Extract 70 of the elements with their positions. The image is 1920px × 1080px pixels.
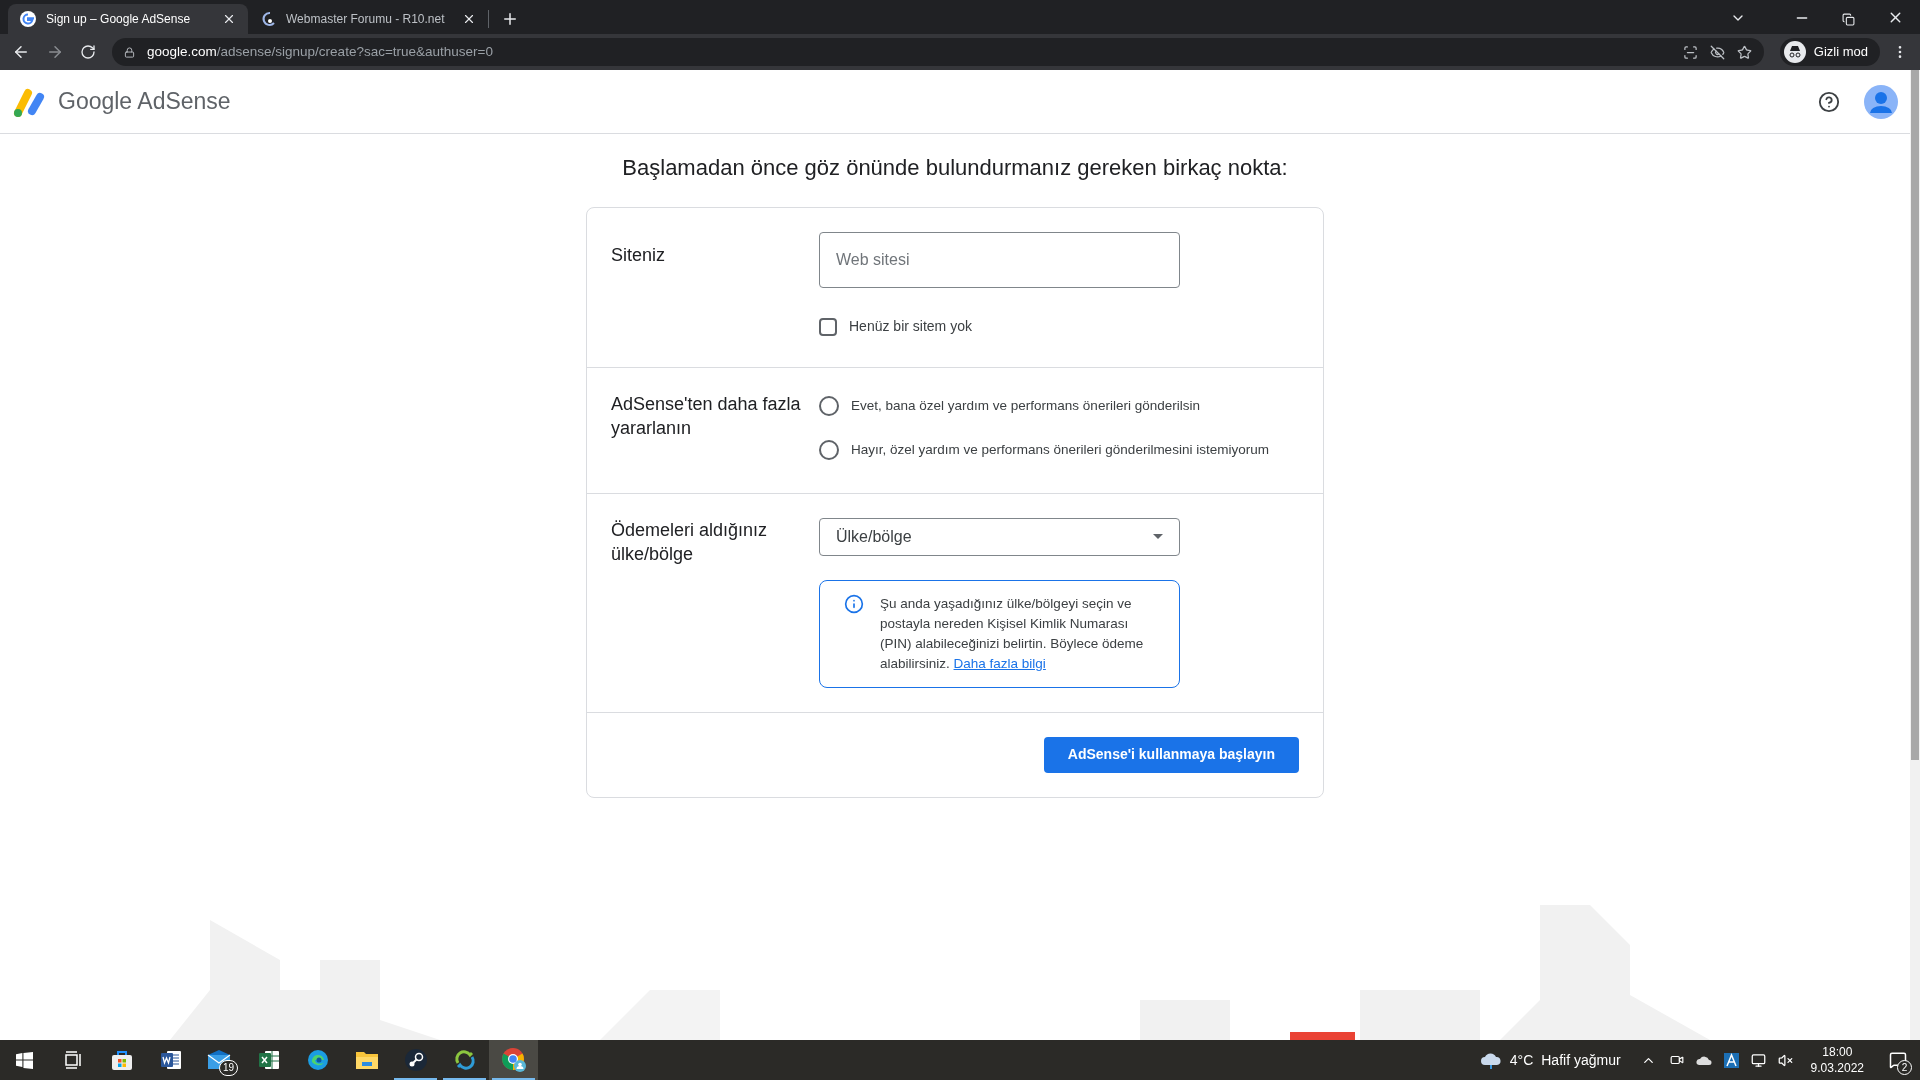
weather-desc: Hafif yağmur [1541, 1050, 1621, 1070]
radio-button[interactable] [819, 396, 839, 417]
address-bar[interactable]: google.com/adsense/signup/create?sac=true&authuser=0 [112, 38, 1764, 66]
weather-widget[interactable]: 4°C Hafif yağmur [1471, 1049, 1629, 1071]
cloud-icon[interactable] [1695, 1054, 1712, 1066]
close-icon[interactable] [462, 12, 476, 26]
checkbox-label: Henüz bir sitem yok [849, 317, 972, 336]
checkbox[interactable] [819, 317, 837, 336]
website-input[interactable]: Web sitesi [819, 232, 1180, 288]
forum-logo-icon [260, 11, 276, 27]
chrome-profile-icon [500, 1047, 527, 1073]
start-button[interactable]: AdSense'i kullanmaya başlayın [1043, 736, 1299, 773]
new-tab-icon[interactable] [501, 10, 519, 28]
learn-more-link[interactable]: Daha fazla bilgi [953, 655, 1046, 671]
taskbar-app-button[interactable] [489, 1040, 538, 1080]
bookmark-star-icon[interactable] [1736, 44, 1752, 60]
field-label: Siteniz [611, 244, 667, 267]
app-tray-icon[interactable] [1723, 1052, 1739, 1068]
incognito-icon [1783, 41, 1806, 63]
restore-icon[interactable] [1842, 13, 1855, 26]
country-select[interactable]: Ülke/bölge [819, 517, 1180, 556]
notification-button[interactable]: 2 [1876, 1040, 1920, 1080]
scrollbar-thumb[interactable] [1911, 70, 1919, 760]
eye-off-icon[interactable] [1709, 44, 1725, 60]
brand-name: Google AdSense [58, 87, 231, 117]
task-view-icon [62, 1050, 83, 1070]
browser-tab[interactable]: Sign up – Google AdSense [8, 4, 248, 34]
info-icon [844, 593, 864, 614]
clock[interactable]: 18:00 9.03.2022 [1798, 1044, 1876, 1076]
edge-browser-icon [305, 1048, 330, 1072]
clock-date: 9.03.2022 [1810, 1060, 1864, 1076]
radio-label: Evet, bana özel yardım ve performans önerileri gönderilsin [851, 397, 1200, 415]
profile-label: Gizli mod [1813, 43, 1868, 62]
windows-logo-icon [15, 1051, 33, 1069]
info-text: Şu anda yaşadığınız ülke/bölgeyi seçin ve postayla nereden Kişisel Kimlik Numarası (PIN) alabileceğinizi belirtin. Böylece ödeme alabilirsiniz. Daha fazla bilgi [880, 594, 1145, 673]
tab-title: Webmaster Forumu - R10.net [286, 11, 446, 28]
page-heading: Başlamadan önce göz önünde bulundurmanız gereken birkaç nokta: [622, 154, 1288, 182]
field-label: AdSense'ten daha fazla yararlanın [611, 393, 802, 440]
notification-count: 2 [1897, 1060, 1912, 1075]
help-icon[interactable] [1818, 90, 1840, 113]
qr-code-icon[interactable] [1682, 44, 1698, 60]
network-icon[interactable] [1750, 1052, 1766, 1068]
camera-icon[interactable] [1669, 1053, 1684, 1067]
word-icon [158, 1048, 183, 1072]
clock-time: 18:00 [1822, 1044, 1853, 1060]
reload-icon[interactable] [80, 44, 96, 60]
rain-cloud-icon [1479, 1051, 1502, 1069]
store-bag-icon [109, 1048, 134, 1072]
taskbar-app-button[interactable]: 19 [195, 1040, 244, 1080]
browser-tab[interactable]: Webmaster Forumu - R10.net [248, 4, 488, 34]
muted-speaker-icon[interactable] [1777, 1052, 1793, 1068]
tab-title: Sign up – Google AdSense [46, 11, 192, 28]
weather-temp: 4°C [1509, 1050, 1534, 1070]
dropdown-caret-icon [1153, 534, 1163, 539]
google-g-icon [20, 11, 36, 27]
forward-icon[interactable] [46, 43, 64, 61]
avatar-icon[interactable] [1864, 84, 1898, 119]
incognito-profile-button[interactable]: Gizli mod [1779, 38, 1880, 66]
unread-badge: 19 [218, 1060, 238, 1076]
sync-arrows-icon [453, 1049, 476, 1071]
radio-button[interactable] [819, 440, 839, 461]
lock-icon [124, 46, 135, 58]
back-icon[interactable] [12, 43, 30, 61]
folder-icon [354, 1049, 379, 1071]
close-icon[interactable] [222, 12, 236, 26]
radio-label: Hayır, özel yardım ve performans önerileri gönderilmesini istemiyorum [851, 441, 1269, 460]
excel-icon [256, 1048, 281, 1072]
field-label: Ödemeleri aldığınız ülke/bölge [611, 518, 769, 566]
url-text: google.com/adsense/signup/create?sac=true&authuser=0 [147, 42, 493, 61]
steam-icon [403, 1048, 428, 1072]
